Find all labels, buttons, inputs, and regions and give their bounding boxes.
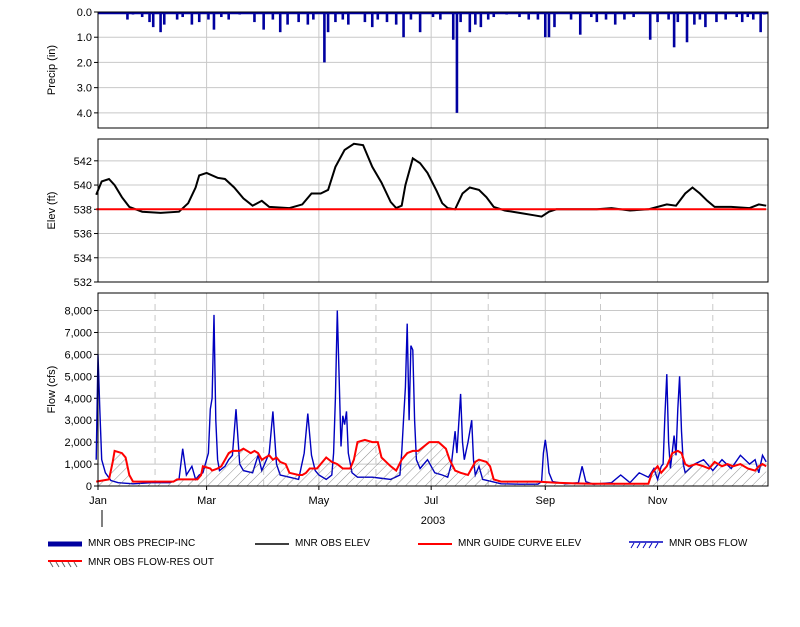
y-tick-label: 540 [74,180,92,192]
legend-label-flow: MNR OBS FLOW [669,538,748,549]
legend-item-elev: MNR OBS ELEV [255,538,370,549]
y-axis-title: Elev (ft) [46,192,58,230]
panel-precip: 0.0 1.0 2.0 3.0 4.0 Precip (in) [46,7,769,129]
legend-item-precip: MNR OBS PRECIP-INC [48,538,195,549]
precip-bar [451,12,455,40]
y-tick-label: 534 [74,253,92,265]
legend-swatch-res-out [48,559,82,567]
precip-bar [648,12,652,40]
precip-bar [578,12,582,35]
x-axis: Jan Mar May Jul Sep Nov 2003 [89,486,668,527]
precip-bar [685,12,689,43]
legend-item-res-out: MNR OBS FLOW-RES OUT [48,557,214,568]
legend: MNR OBS PRECIP-INC MNR OBS ELEV MNR GUID… [0,533,800,583]
precip-bar [479,12,483,28]
y-tick-label: 532 [74,277,92,289]
legend-label-res-out: MNR OBS FLOW-RES OUT [88,557,214,568]
legend-label-guide-curve: MNR GUIDE CURVE ELEV [458,538,582,549]
y-tick-label: 2.0 [77,57,92,69]
legend-item-flow: MNR OBS FLOW [629,538,747,549]
precip-bar [553,12,556,28]
legend-swatch-precip [48,541,82,546]
x-tick-label: Nov [648,495,668,507]
y-tick-label: 5,000 [64,371,92,383]
y-tick-label: 542 [74,156,92,168]
y-tick-label: 0 [86,481,92,493]
panel-elev: 532 534 536 538 540 542 Elev (ft) [46,138,769,289]
y-tick-label: 538 [74,204,92,216]
y-tick-label: 536 [74,229,92,241]
precip-bar [455,12,459,113]
precip-bar [323,12,326,63]
precip-bar [547,12,551,38]
x-tick-label: Jan [89,495,107,507]
y-tick-label: 4,000 [64,393,92,405]
precip-bar [278,12,282,33]
precip-bar [370,12,374,28]
x-year-label: 2003 [421,515,445,527]
x-tick-label: Jul [424,495,438,507]
precip-bar [672,12,676,48]
plot-area [98,12,768,128]
x-tick-label: Mar [197,495,216,507]
y-tick-label: 7,000 [64,327,92,339]
precip-bar [402,12,405,38]
legend-item-guide-curve: MNR GUIDE CURVE ELEV [418,538,581,549]
y-tick-label: 1,000 [64,459,92,471]
y-tick-label: 8,000 [64,306,92,318]
precip-bar [159,12,162,33]
y-tick-label: 6,000 [64,349,92,361]
y-axis-title: Flow (cfs) [46,366,58,414]
x-tick-label: Sep [535,495,555,507]
legend-label-elev: MNR OBS ELEV [295,538,371,549]
chart-svg: 0.0 1.0 2.0 3.0 4.0 Precip (in) 532 534 536 538 54… [46,7,769,527]
y-axis-title: Precip (in) [46,45,58,95]
legend-swatch-elev [255,542,289,545]
hydrograph-chart: 0.0 1.0 2.0 3.0 4.0 Precip (in) 532 534 536 538 54… [0,0,800,627]
precip-bar [543,12,547,38]
legend-label-precip: MNR OBS PRECIP-INC [88,538,196,549]
y-tick-label: 3.0 [77,83,92,95]
x-tick-label: May [308,495,329,507]
legend-swatch-flow [629,540,663,548]
precip-bar [704,12,707,28]
y-tick-label: 2,000 [64,437,92,449]
y-tick-label: 3,000 [64,415,92,427]
legend-swatch-guide-curve [418,542,452,545]
precip-bar [326,12,330,33]
precip-bar [151,12,155,28]
precip-bar [262,12,265,30]
y-tick-label: 4.0 [77,108,92,120]
precip-bar [468,12,472,33]
precip-bar [418,12,422,33]
precip-bar [212,12,216,30]
precip-bar [759,12,762,33]
y-tick-label: 1.0 [77,32,92,44]
y-tick-label: 0.0 [77,7,92,19]
panel-flow: 0 1,000 2,000 3,000 4,000 5,000 6,000 7,000 8,00… [46,292,769,493]
